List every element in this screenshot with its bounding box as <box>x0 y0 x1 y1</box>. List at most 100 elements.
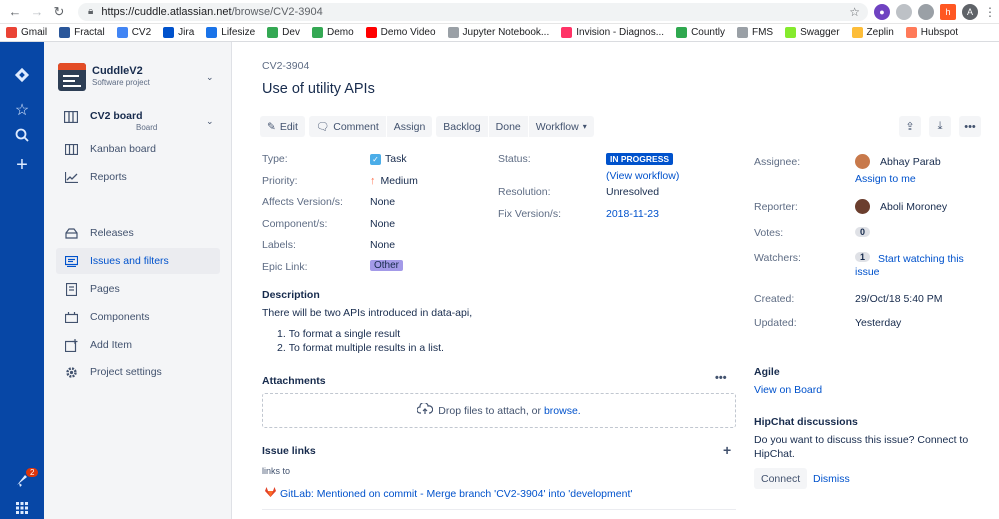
fix-version-label: Fix Version/s: <box>498 208 562 220</box>
sidebar-item-reports[interactable]: Reports <box>56 164 220 190</box>
hipchat-heading: HipChat discussions <box>754 416 858 428</box>
extension-icon[interactable]: h <box>940 3 956 20</box>
star-icon[interactable]: ☆ <box>849 5 860 19</box>
chevron-down-icon[interactable]: ⌄ <box>206 72 214 83</box>
bookmark-item[interactable]: Demo Video <box>365 27 436 38</box>
extension-icon[interactable] <box>896 3 912 20</box>
starred-icon[interactable]: ☆ <box>0 100 44 120</box>
gitlab-icon <box>265 487 276 500</box>
sidebar-item-releases[interactable]: Releases <box>56 220 220 246</box>
browse-link[interactable]: browse. <box>544 405 581 417</box>
assignee-value[interactable]: Abhay Parab <box>855 154 941 169</box>
start-watching-link-line2[interactable]: issue <box>855 266 880 278</box>
address-bar[interactable]: 🔒︎ https://cuddle.atlassian.net/browse/C… <box>78 2 868 21</box>
start-watching-link[interactable]: Start watching this <box>878 252 964 266</box>
bookmark-item[interactable]: Lifesize <box>206 27 255 38</box>
create-icon[interactable]: + <box>0 154 44 177</box>
workflow-dropdown[interactable]: Workflow ▾ <box>528 116 594 137</box>
sidebar-item-label: Releases <box>90 227 134 239</box>
add-link-icon[interactable]: + <box>723 442 731 458</box>
reload-icon[interactable]: ↻ <box>48 4 70 20</box>
forward-icon[interactable]: → <box>26 4 48 19</box>
page-title[interactable]: Use of utility APIs <box>262 81 375 97</box>
attachments-more-icon[interactable]: ••• <box>715 372 727 384</box>
comment-icon: 🗨︎ <box>315 121 330 133</box>
bookmark-item[interactable]: Demo <box>311 27 354 38</box>
backlog-button[interactable]: Backlog <box>436 116 488 137</box>
comment-button[interactable]: 🗨︎ Comment <box>308 116 386 137</box>
bookmark-item[interactable]: Jupyter Notebook... <box>447 27 549 38</box>
bookmark-icon <box>163 27 175 38</box>
bookmark-icon <box>365 27 377 38</box>
description-item-2: 2. To format multiple results in a list. <box>277 342 444 354</box>
share-icon[interactable]: ⇪ <box>899 116 921 137</box>
epic-value[interactable]: Other <box>370 260 404 271</box>
lock-icon: 🔒︎ <box>88 6 94 17</box>
assign-to-me-link[interactable]: Assign to me <box>855 173 916 185</box>
watchers-count-badge[interactable]: 1 <box>855 252 871 262</box>
view-workflow-link[interactable]: (View workflow) <box>606 170 679 182</box>
votes-value[interactable]: 0 <box>855 227 878 237</box>
priority-value: ↑ Medium <box>370 175 418 187</box>
sidebar-item-components[interactable]: Components <box>56 304 220 330</box>
bookmark-item[interactable]: Invision - Diagnos... <box>561 27 664 38</box>
issue-link-item[interactable]: GitLab: Mentioned on commit - Merge bran… <box>265 487 632 500</box>
sidebar-item-issues-and-filters[interactable]: Issues and filters <box>56 248 220 274</box>
bookmark-item[interactable]: CV2 <box>116 27 151 38</box>
edit-button[interactable]: ✎ Edit <box>260 116 305 137</box>
avatar <box>855 154 870 169</box>
extension-icon[interactable] <box>918 3 934 20</box>
sidebar-item-label: Issues and filters <box>90 255 169 267</box>
extension-icon[interactable]: ● <box>874 3 890 20</box>
bookmark-item[interactable]: Swagger <box>785 27 840 38</box>
bookmark-item[interactable]: Jira <box>163 27 194 38</box>
project-avatar[interactable] <box>58 63 86 91</box>
more-icon[interactable]: ••• <box>959 116 981 137</box>
avatar[interactable]: A <box>962 3 978 20</box>
bookmark-item[interactable]: FMS <box>736 27 773 38</box>
issue-links-heading: Issue links <box>262 445 316 457</box>
status-value[interactable]: IN PROGRESS <box>606 153 674 165</box>
connect-button[interactable]: Connect <box>754 468 808 489</box>
search-icon[interactable] <box>0 128 44 147</box>
status-badge[interactable]: IN PROGRESS <box>606 153 674 165</box>
notifications-icon[interactable]: 2 <box>0 468 44 493</box>
created-label: Created: <box>754 293 795 305</box>
issue-toolbar: ✎ Edit 🗨︎ Comment Assign Backlog Done Wo… <box>260 116 598 137</box>
view-on-board-link[interactable]: View on Board <box>754 384 822 396</box>
attachment-dropzone[interactable]: Drop files to attach, or browse. <box>262 393 736 428</box>
export-icon[interactable]: ⤓ <box>929 116 951 137</box>
upload-cloud-icon <box>416 401 434 418</box>
avatar <box>855 199 870 214</box>
chevron-down-icon[interactable]: ⌄ <box>206 116 214 127</box>
app-switcher-icon[interactable] <box>0 502 44 517</box>
bookmark-item[interactable]: Zeplin <box>851 27 894 38</box>
sidebar-item-kanban-board[interactable]: Kanban board <box>56 136 220 162</box>
project-name[interactable]: CuddleV2 <box>92 65 143 77</box>
issue-key-breadcrumb[interactable]: CV2-3904 <box>262 60 309 72</box>
jira-logo-icon[interactable] <box>0 66 44 89</box>
issue-link-text[interactable]: GitLab: Mentioned on commit - Merge bran… <box>280 488 632 500</box>
updated-label: Updated: <box>754 317 797 329</box>
votes-count-badge[interactable]: 0 <box>855 227 871 237</box>
affects-value: None <box>370 196 396 208</box>
sidebar-item-add-item[interactable]: Add Item <box>56 332 220 358</box>
sidebar-item-project-settings[interactable]: Project settings <box>56 359 220 385</box>
bookmark-item[interactable]: Hubspot <box>905 27 958 38</box>
bookmark-item[interactable]: Gmail <box>6 27 47 38</box>
updated-value: Yesterday <box>855 317 902 329</box>
type-label: Type: <box>262 153 288 165</box>
bookmark-item[interactable]: Countly <box>676 27 725 38</box>
sidebar-item-pages[interactable]: Pages <box>56 276 220 302</box>
bookmark-item[interactable]: Dev <box>267 27 300 38</box>
bookmark-item[interactable]: Fractal <box>59 27 105 38</box>
sidebar-item-label: Kanban board <box>90 143 156 155</box>
dismiss-link[interactable]: Dismiss <box>813 473 850 485</box>
assign-button[interactable]: Assign <box>386 116 433 137</box>
fix-version-link[interactable]: 2018-11-23 <box>606 208 659 220</box>
done-button[interactable]: Done <box>488 116 528 137</box>
reporter-value[interactable]: Aboli Moroney <box>855 199 947 214</box>
back-icon[interactable]: ← <box>4 4 26 19</box>
epic-lozenge[interactable]: Other <box>370 260 404 271</box>
browser-menu-icon[interactable]: ⋮ <box>984 5 996 19</box>
